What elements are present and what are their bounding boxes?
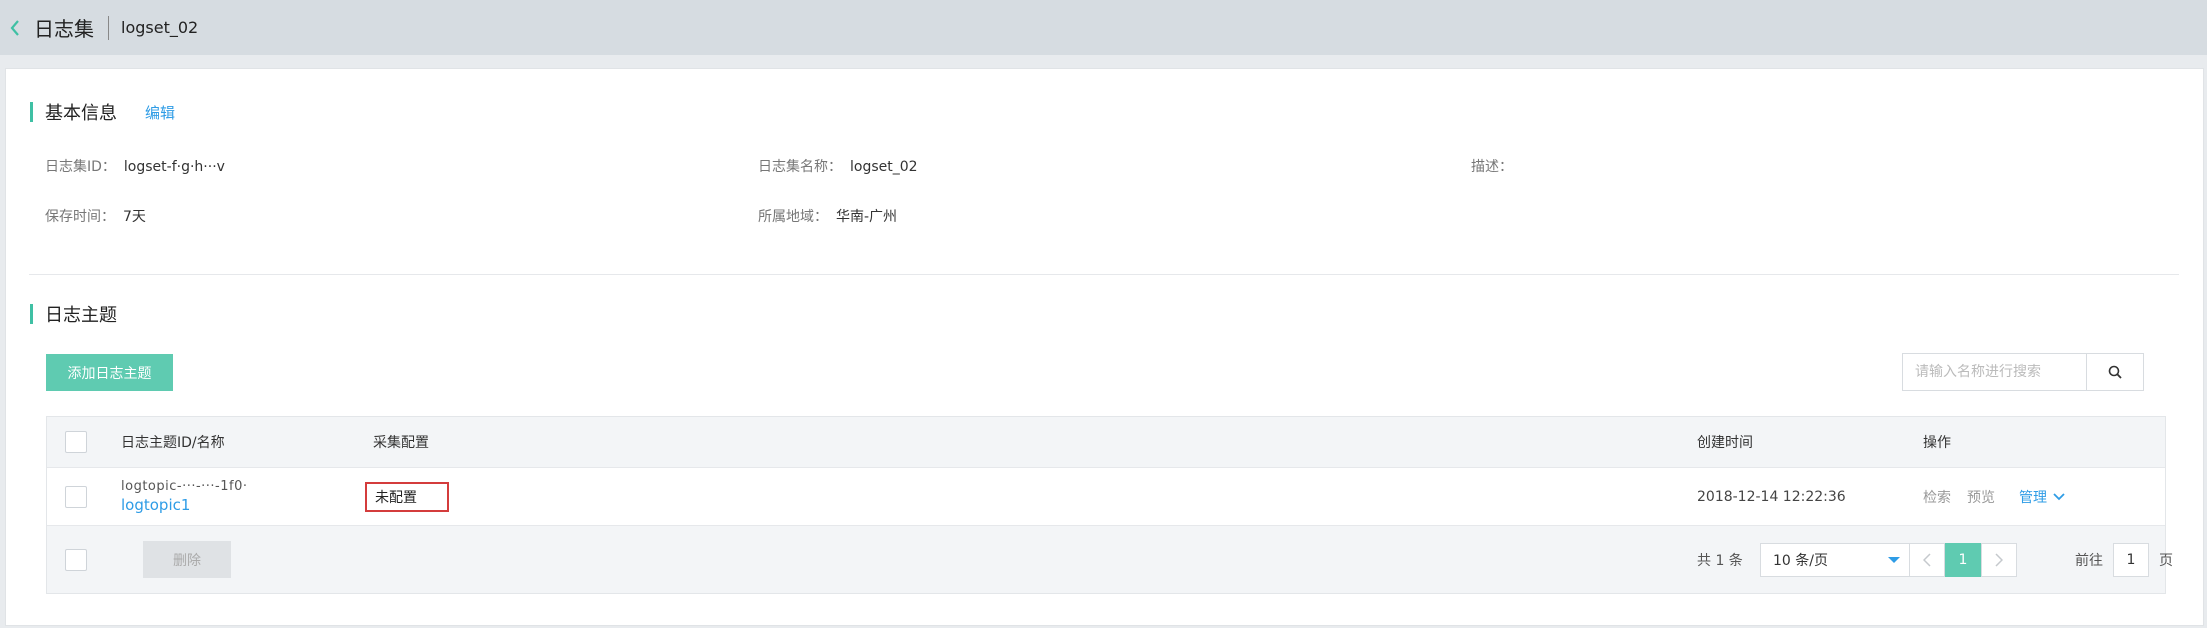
created-time: 2018-12-14 12:22:36 xyxy=(1697,488,1846,505)
preview-action-link[interactable]: 预览 xyxy=(1967,487,1995,507)
collect-status: 未配置 xyxy=(365,481,449,512)
col-header-collect: 采集配置 xyxy=(373,435,429,451)
col-header-id-name: 日志主题ID/名称 xyxy=(121,435,225,451)
description-item: 描述： xyxy=(1471,156,1521,176)
logset-name-title: logset_02 xyxy=(121,18,199,37)
page-button-current[interactable]: 1 xyxy=(1945,542,1981,577)
region-value: 华南-广州 xyxy=(836,209,898,225)
topic-name-link[interactable]: logtopic1 xyxy=(121,496,190,514)
page-unit-label: 页 xyxy=(2159,552,2173,569)
topics-table: 日志主题ID/名称 采集配置 创建时间 操作 logtopic-···-···-… xyxy=(46,416,2173,594)
select-all-checkbox[interactable] xyxy=(65,431,87,453)
footer-select-checkbox[interactable] xyxy=(65,548,87,571)
topic-id: logtopic-···-···-1f0· xyxy=(121,479,248,494)
section-accent-bar xyxy=(30,304,33,324)
retention-value: 7天 xyxy=(123,209,146,225)
logset-name-label: 日志集名称： xyxy=(758,159,842,175)
search-input[interactable] xyxy=(1903,354,2086,390)
total-count: 共 1 条 xyxy=(1697,552,1743,569)
table-header-row: 日志主题ID/名称 采集配置 创建时间 操作 xyxy=(47,417,2165,468)
manage-dropdown[interactable]: 管理 xyxy=(2019,487,2065,507)
region-label: 所属地域： xyxy=(758,209,828,225)
topics-title: 日志主题 xyxy=(45,305,117,326)
logset-id-value: logset-f·g·h···v xyxy=(123,159,225,175)
manage-label: 管理 xyxy=(2019,489,2047,506)
row-actions: 检索 预览 管理 xyxy=(1923,468,2065,525)
delete-button[interactable]: 删除 xyxy=(143,541,231,578)
chevron-right-icon xyxy=(1995,552,2003,567)
search-icon[interactable] xyxy=(2086,354,2143,390)
region-item: 所属地域： 华南-广州 xyxy=(758,206,897,226)
chevron-left-icon[interactable] xyxy=(6,17,24,39)
goto-label: 前往 xyxy=(2075,552,2103,569)
edit-link[interactable]: 编辑 xyxy=(145,102,175,123)
basic-info-header: 基本信息 编辑 xyxy=(30,99,175,125)
table-row: logtopic-···-···-1f0· logtopic1 未配置 2018… xyxy=(47,468,2165,526)
next-page-button[interactable] xyxy=(1981,542,2017,577)
section-accent-bar xyxy=(30,102,33,122)
logset-detail-card: 基本信息 编辑 日志集ID： logset-f·g·h···v 日志集名称： log… xyxy=(5,68,2204,626)
page-title: 日志集 xyxy=(34,17,94,41)
col-header-ops: 操作 xyxy=(1923,435,1951,451)
search-action-link[interactable]: 检索 xyxy=(1923,487,1951,507)
add-topic-button[interactable]: 添加日志主题 xyxy=(46,354,173,391)
basic-info-title: 基本信息 xyxy=(45,103,117,124)
goto-page-input[interactable] xyxy=(2113,542,2149,577)
retention-label: 保存时间： xyxy=(45,209,115,225)
logset-id-item: 日志集ID： logset-f·g·h···v xyxy=(45,156,225,176)
col-header-created: 创建时间 xyxy=(1697,435,1753,451)
page-size-value: 10 条/页 xyxy=(1773,552,1828,569)
logset-name-value: logset_02 xyxy=(850,159,918,175)
chevron-left-icon xyxy=(1923,552,1931,567)
row-checkbox[interactable] xyxy=(65,485,87,508)
logset-name-item: 日志集名称： logset_02 xyxy=(758,156,918,176)
title-divider xyxy=(108,15,109,40)
retention-item: 保存时间： 7天 xyxy=(45,206,146,226)
section-divider xyxy=(29,274,2179,275)
caret-down-icon xyxy=(1888,556,1900,563)
pagination: 1 xyxy=(1909,526,2017,593)
description-label: 描述： xyxy=(1471,159,1513,175)
topics-header: 日志主题 xyxy=(30,301,117,327)
chevron-down-icon xyxy=(2053,492,2065,500)
search-box xyxy=(1902,353,2144,391)
prev-page-button[interactable] xyxy=(1909,542,1945,577)
page-size-select[interactable]: 10 条/页 xyxy=(1760,542,1914,577)
top-bar: 日志集 logset_02 xyxy=(0,0,2207,55)
logset-id-label: 日志集ID： xyxy=(45,159,116,175)
table-footer: 删除 共 1 条 10 条/页 1 前往 1 页 xyxy=(47,526,2173,593)
